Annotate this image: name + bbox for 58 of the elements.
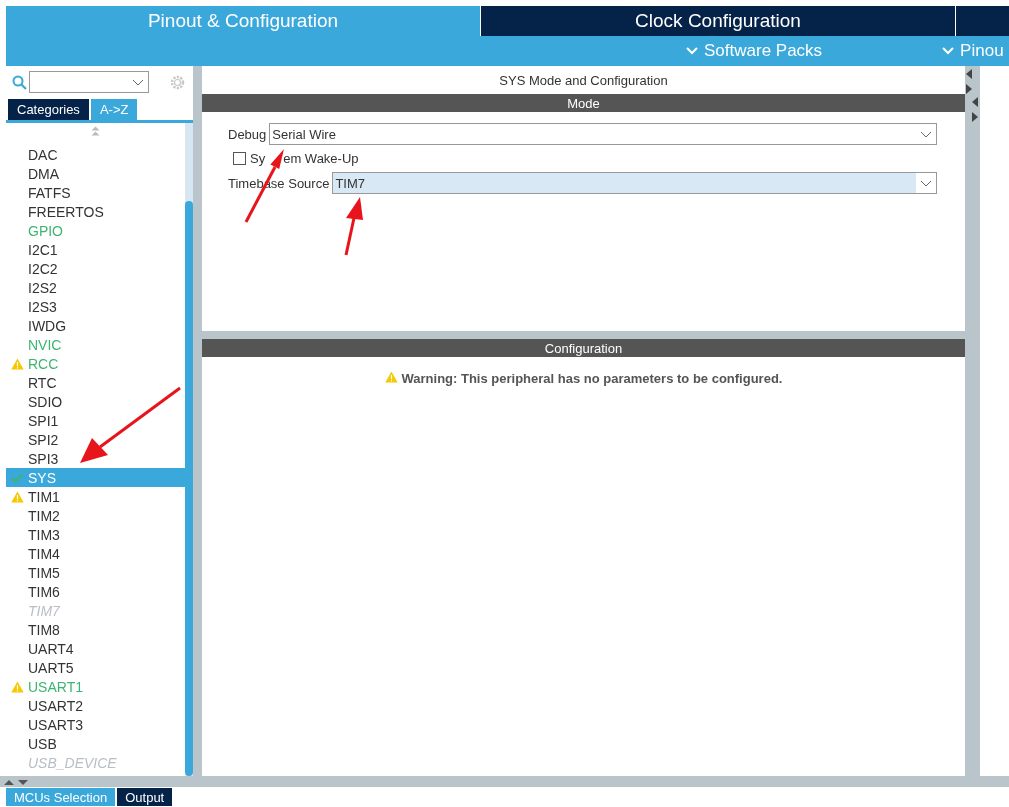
peripheral-item[interactable]: TIM2 [6,506,185,525]
section-header: Configuration [202,339,965,357]
peripheral-item[interactable]: DMA [6,164,185,183]
peripheral-item[interactable]: SPI2 [6,430,185,449]
peripheral-item[interactable]: TIM3 [6,525,185,544]
dropdown-field[interactable]: Serial Wire [269,123,937,145]
chevron-down-icon [132,78,144,86]
checkbox[interactable] [233,152,246,165]
section-header: Mode [202,94,965,112]
checkbox-label: Sy [250,151,266,166]
top-tab[interactable]: Clock Configuration [481,6,956,36]
peripheral-item[interactable]: TIM6 [6,582,185,601]
checkbox-label: em Wake-Up [283,151,359,166]
peripheral-item[interactable]: I2S2 [6,278,185,297]
warning-message: Warning: This peripheral has no parameters to be configured. [401,371,783,386]
peripheral-item[interactable]: FREERTOS [6,202,185,221]
chevron-down-icon [920,130,932,138]
peripheral-item[interactable]: DAC [6,145,185,164]
peripheral-item[interactable]: USART3 [6,715,185,734]
bottom-tab[interactable]: Output [117,788,173,806]
peripheral-item[interactable]: I2C1 [6,240,185,259]
search-icon[interactable] [12,74,27,90]
warning-icon [10,357,24,370]
scrollbar[interactable] [185,123,193,776]
peripheral-item[interactable]: SPI1 [6,411,185,430]
peripheral-item[interactable]: UART4 [6,639,185,658]
peripheral-item[interactable]: USART2 [6,696,185,715]
peripheral-item[interactable]: TIM5 [6,563,185,582]
dropdown-field[interactable]: TIM7 [332,172,937,194]
peripheral-item[interactable]: TIM4 [6,544,185,563]
scroll-arrows-icon[interactable] [2,777,30,786]
annotation-arrow [344,197,363,256]
peripheral-item[interactable]: USB [6,734,185,753]
peripheral-item[interactable]: FATFS [6,183,185,202]
peripheral-item[interactable]: TIM8 [6,620,185,639]
collapse-arrows-icon[interactable] [971,96,979,124]
peripheral-item[interactable]: I2S3 [6,297,185,316]
peripheral-item[interactable]: RTC [6,373,185,392]
warning-icon [10,680,24,693]
peripheral-item[interactable]: IWDG [6,316,185,335]
warning-icon [10,490,24,503]
field-label: Debug [228,126,267,142]
settings-icon[interactable] [169,73,186,91]
check-icon [11,472,23,483]
warning-icon [384,371,398,383]
chevron-down-icon [942,47,955,55]
chevron-down-icon [686,47,698,55]
search-field[interactable] [29,71,149,93]
peripheral-item[interactable]: UART5 [6,658,185,677]
panel-title: SYS Mode and Configuration [202,66,965,94]
view-tab[interactable]: Categories [8,99,89,120]
collapse-arrows-icon[interactable] [965,68,973,96]
chevron-down-icon [920,179,932,187]
peripheral-item[interactable]: SDIO [6,392,185,411]
peripheral-item[interactable]: TIM1 [6,487,185,506]
scroll-up-icon[interactable] [91,126,100,136]
peripheral-item[interactable]: I2C2 [6,259,185,278]
peripheral-item[interactable]: SPI3 [6,449,185,468]
